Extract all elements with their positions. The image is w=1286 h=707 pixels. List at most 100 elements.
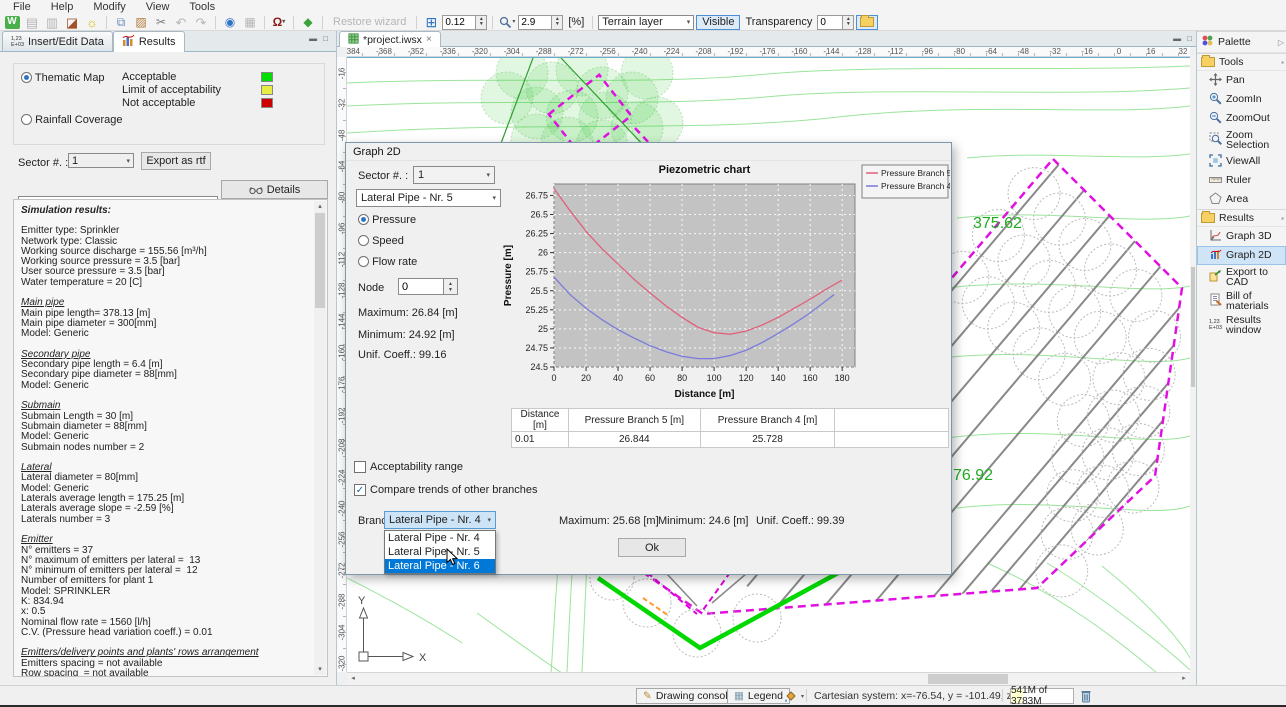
menu-view[interactable]: View	[137, 1, 179, 13]
results-scrollbar[interactable]: ▴ ▾	[314, 201, 326, 675]
panel-item-ruler[interactable]: Ruler	[1197, 171, 1286, 190]
branch-main-select[interactable]: Lateral Pipe - Nr. 5▾	[356, 189, 501, 207]
menu-bar: FileHelpModifyViewTools	[0, 0, 1286, 14]
panel-item-zoomout[interactable]: ZoomOut	[1197, 109, 1286, 128]
node-input[interactable]	[398, 278, 444, 295]
panel-item-zoom-selection[interactable]: Zoom Selection	[1197, 128, 1286, 152]
horizontal-scrollbar[interactable]: ◂ ▸	[347, 672, 1190, 685]
flow-rate-radio[interactable]: Flow rate	[358, 256, 417, 268]
ruler-tick: -336	[440, 47, 456, 56]
branch-compare-select[interactable]: Lateral Pipe - Nr. 4▾	[384, 511, 496, 529]
section-header-tools[interactable]: Tools▪	[1197, 53, 1286, 71]
pressure-radio[interactable]: Pressure	[358, 214, 416, 226]
folder-icon[interactable]	[856, 15, 878, 30]
details-button[interactable]: Details	[221, 180, 328, 199]
save-as-icon[interactable]: ▥	[43, 15, 61, 30]
export-rtf-button[interactable]: Export as rtf	[141, 152, 211, 170]
panel-item-export-to-cad[interactable]: Export to CAD	[1197, 265, 1286, 289]
scrollbar-thumb[interactable]	[1191, 267, 1195, 387]
globe-icon[interactable]: ◉	[221, 15, 239, 30]
scrollbar-thumb[interactable]	[928, 674, 1008, 684]
magnet-icon[interactable]: Ω▾	[270, 15, 288, 30]
main-pipe	[598, 573, 838, 648]
sector-select[interactable]: 1▾	[413, 166, 495, 184]
thematic-map-radio[interactable]: Thematic Map	[21, 72, 105, 84]
drawing-console-button[interactable]: ✎ Drawing console	[636, 688, 740, 704]
transparency-label: Transparency	[745, 16, 812, 28]
transparency-input[interactable]	[817, 15, 843, 30]
compare-trends-checkbox[interactable]: ✓	[354, 484, 366, 496]
zoom-level-input[interactable]	[518, 15, 552, 30]
area-map-icon[interactable]: ◆	[299, 15, 317, 30]
copy-icon[interactable]: ⧉	[112, 15, 130, 30]
tab-insert-edit-data[interactable]: 1,23E+03 Insert/Edit Data	[2, 31, 113, 51]
panel-item-graph-3d[interactable]: Graph 3D	[1197, 227, 1286, 246]
left-tab-strip: 1,23E+03 Insert/Edit Data Results ▬ □	[0, 31, 336, 52]
menu-tools[interactable]: Tools	[180, 1, 224, 13]
pin-icon[interactable]: ▪	[1281, 214, 1284, 223]
palette-expand-icon[interactable]: ▷	[1278, 38, 1284, 47]
memory-gauge: 541M of 3783M	[1010, 688, 1074, 704]
cut-icon[interactable]: ✂	[152, 15, 170, 30]
undo-icon[interactable]: ↶	[172, 15, 190, 30]
panel-item-pan[interactable]: Pan	[1197, 71, 1286, 90]
svg-text:26.25: 26.25	[525, 229, 548, 239]
grid-size-input[interactable]	[442, 15, 476, 30]
snap-grid-icon[interactable]: ⊞	[422, 15, 440, 30]
acceptability-range-checkbox[interactable]	[354, 461, 366, 473]
visible-button[interactable]: Visible	[696, 15, 740, 30]
scrollbar-thumb[interactable]	[315, 213, 325, 308]
node-stepper[interactable]: ▲▼	[444, 278, 458, 295]
close-icon[interactable]: ×	[426, 34, 432, 45]
tab-project[interactable]: *project.iwsx ×	[339, 31, 441, 47]
menu-file[interactable]: File	[4, 1, 40, 13]
exit-door-icon[interactable]: ◪	[63, 15, 81, 30]
svg-text:25.75: 25.75	[525, 267, 548, 277]
minimize-icon[interactable]: ▬	[309, 34, 317, 43]
magnifier-icon[interactable]: ▾	[498, 15, 516, 30]
menu-help[interactable]: Help	[42, 1, 83, 13]
restore-wizard-button[interactable]: Restore wizard	[328, 16, 411, 28]
panel-item-results-window[interactable]: 1,23E+03Results window	[1197, 313, 1286, 337]
image-export-icon[interactable]: ▦	[241, 15, 259, 30]
menu-modify[interactable]: Modify	[84, 1, 134, 13]
panel-item-graph-2d[interactable]: Graph 2D	[1197, 246, 1286, 265]
rainfall-coverage-radio[interactable]: Rainfall Coverage	[21, 114, 123, 126]
node-label: Node	[358, 282, 384, 294]
maximize-icon[interactable]: □	[1187, 34, 1192, 43]
save-icon[interactable]: ▤	[23, 15, 41, 30]
dropdown-option[interactable]: Lateral Pipe - Nr. 4	[385, 531, 495, 545]
palette-header[interactable]: Palette▷	[1197, 31, 1286, 53]
maximize-icon[interactable]: □	[323, 34, 328, 43]
table-header: Distance [m]	[512, 409, 569, 432]
branch-maximum-value: Maximum: 25.68 [m]	[559, 515, 659, 527]
minimum-value: Minimum: 24.92 [m]	[358, 329, 455, 341]
section-header-results[interactable]: Results▪	[1197, 209, 1286, 227]
redo-icon[interactable]: ↷	[192, 15, 210, 30]
tab-results[interactable]: Results	[113, 31, 185, 52]
grid-size-spinner[interactable]: ▲▼	[442, 15, 487, 30]
wizard-icon[interactable]: W	[3, 15, 21, 30]
transparency-spinner[interactable]: ▲▼	[817, 15, 854, 30]
panel-item-bill-of-materials[interactable]: Bill of materials	[1197, 289, 1286, 313]
panel-item-area[interactable]: Area	[1197, 190, 1286, 209]
dropdown-option[interactable]: Lateral Pipe - Nr. 6	[385, 559, 495, 573]
panel-item-viewall[interactable]: ViewAll	[1197, 152, 1286, 171]
paste-icon[interactable]: ▨	[132, 15, 150, 30]
sector-select[interactable]: 1▾	[68, 153, 134, 168]
tab-label: Results	[139, 36, 176, 48]
pin-icon[interactable]: ▪	[1281, 58, 1284, 67]
panel-item-zoomin[interactable]: ZoomIn	[1197, 90, 1286, 109]
results-window-icon: 1,23E+03	[1209, 317, 1222, 333]
svg-text:E+03: E+03	[1209, 325, 1222, 330]
speed-radio[interactable]: Speed	[358, 235, 404, 247]
minimize-icon[interactable]: ▬	[1173, 34, 1181, 43]
svg-text:60: 60	[645, 373, 655, 383]
dropdown-option[interactable]: Lateral Pipe - Nr. 5	[385, 545, 495, 559]
layer-select[interactable]: Terrain layer▾	[598, 15, 694, 30]
trash-icon[interactable]	[1080, 689, 1092, 706]
zoom-level-spinner[interactable]: ▲▼	[518, 15, 563, 30]
ok-button[interactable]: Ok	[618, 538, 686, 557]
sim-result-line	[21, 525, 313, 535]
lamp-icon[interactable]: ☼	[83, 15, 101, 30]
